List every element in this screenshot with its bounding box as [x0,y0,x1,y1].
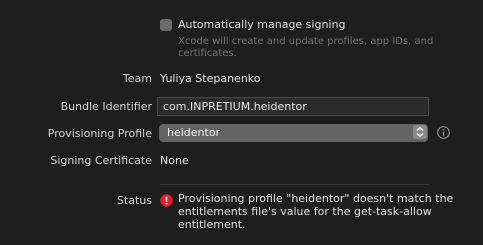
info-icon[interactable] [437,126,450,139]
up-down-chevron-icon [413,125,427,139]
status-message: Provisioning profile "heidentor" doesn't… [178,192,454,231]
signing-certificate-label: Signing Certificate [50,154,152,167]
provisioning-profile-label: Provisioning Profile [47,127,152,140]
status-label: Status [116,194,152,207]
status-divider [160,184,429,185]
bundle-identifier-label: Bundle Identifier [60,100,152,113]
error-icon [160,194,173,207]
auto-signing-checkbox[interactable] [160,19,172,31]
provisioning-profile-popup[interactable]: heidentor [159,124,428,142]
provisioning-profile-value: heidentor [167,126,221,139]
team-label: Team [122,72,152,85]
auto-signing-help-text: Xcode will create and update profiles, a… [178,36,434,59]
auto-signing-label[interactable]: Automatically manage signing [178,18,345,31]
team-value[interactable]: Yuliya Stepanenko [160,72,261,85]
bundle-identifier-field[interactable]: com.INPRETIUM.heidentor [157,97,429,116]
signing-certificate-value: None [160,154,189,167]
